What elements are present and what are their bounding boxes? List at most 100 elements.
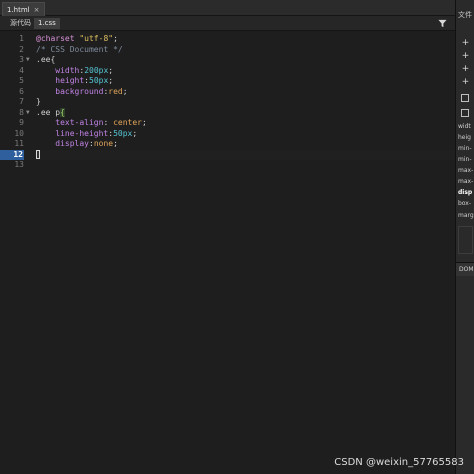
code-text: .ee{ bbox=[36, 55, 55, 66]
code-text: height:50px; bbox=[36, 76, 113, 87]
code-text: .ee p{ bbox=[36, 107, 65, 119]
code-token: /* CSS Document */ bbox=[36, 44, 123, 54]
code-token: display bbox=[55, 139, 89, 148]
files-panel-title: 文件 bbox=[458, 11, 472, 19]
document-tab[interactable]: 1.html × bbox=[2, 2, 45, 16]
code-token: center bbox=[113, 118, 142, 127]
css-prop-max-height[interactable]: max- bbox=[458, 178, 473, 185]
code-text: background:red; bbox=[36, 86, 128, 98]
code-line[interactable]: 9 text-align: center; bbox=[0, 118, 455, 129]
code-token: .ee p bbox=[36, 107, 61, 117]
document-tab-bar: 1.html × bbox=[0, 0, 455, 16]
css-prop-width[interactable]: widt bbox=[458, 123, 471, 130]
dom-panel-header[interactable]: DOM bbox=[456, 262, 474, 276]
code-token: "utf-8" bbox=[79, 34, 114, 43]
line-number: 13 bbox=[14, 160, 24, 169]
code-token: ; bbox=[113, 139, 118, 148]
box-model-frame bbox=[458, 226, 473, 254]
watermark: CSDN @weixin_57765583 bbox=[334, 457, 464, 468]
line-number: 3 bbox=[19, 55, 24, 64]
line-number: 6 bbox=[19, 86, 24, 96]
line-number: 4 bbox=[19, 65, 24, 75]
css-prop-min-height[interactable]: min- bbox=[458, 156, 471, 163]
css-prop-min-width[interactable]: min- bbox=[458, 145, 471, 152]
add-button[interactable]: + bbox=[460, 77, 471, 87]
code-editor[interactable]: 1 @charset "utf-8"; 2/* CSS Document */3 ▼.… bbox=[0, 31, 455, 474]
code-line[interactable]: 10 line-height:50px; bbox=[0, 129, 455, 140]
css-prop-box-sizing[interactable]: box- bbox=[458, 200, 471, 207]
code-line[interactable]: 6 background:red; bbox=[0, 87, 455, 98]
code-token: ; bbox=[122, 86, 128, 96]
code-line[interactable]: 11 display:none; bbox=[0, 139, 455, 150]
code-line[interactable]: 3 ▼ .ee{ bbox=[0, 55, 455, 66]
filter-icon[interactable] bbox=[438, 19, 447, 28]
css-prop-margin[interactable]: marg bbox=[458, 212, 474, 219]
dom-panel-label: DOM bbox=[459, 266, 474, 273]
line-number: 7 bbox=[19, 97, 24, 106]
code-token: ; bbox=[141, 118, 147, 127]
close-icon[interactable]: × bbox=[34, 4, 40, 16]
code-token: red bbox=[108, 86, 123, 96]
code-line[interactable]: 8 ▼ .ee p{ bbox=[0, 107, 455, 119]
related-files-bar: 源代码 1.css bbox=[0, 16, 455, 31]
code-text: width:200px; bbox=[36, 66, 113, 77]
code-text: @charset "utf-8"; bbox=[36, 34, 118, 45]
code-token: @charset bbox=[36, 34, 80, 43]
line-number: 11 bbox=[14, 139, 24, 148]
list-view-icon[interactable] bbox=[461, 94, 469, 102]
code-text: display:none; bbox=[36, 139, 118, 150]
code-line[interactable]: 4 width:200px; bbox=[0, 66, 455, 77]
fold-toggle-icon[interactable]: ▼ bbox=[26, 108, 34, 119]
code-line[interactable]: 12 bbox=[0, 149, 455, 161]
line-number: 2 bbox=[19, 44, 24, 54]
document-tab-label: 1.html bbox=[7, 5, 30, 14]
css-prop-display[interactable]: disp bbox=[458, 189, 472, 196]
line-number: 8 bbox=[19, 107, 24, 117]
code-text: text-align: center; bbox=[36, 118, 147, 129]
code-token: : bbox=[103, 118, 114, 127]
code-token: 50px bbox=[113, 128, 133, 138]
line-number: 1 bbox=[19, 34, 24, 43]
code-token: .ee{ bbox=[36, 55, 56, 64]
code-token: none bbox=[93, 139, 114, 148]
fold-toggle-icon[interactable]: ▼ bbox=[26, 55, 34, 66]
line-number: 5 bbox=[19, 76, 24, 85]
code-text bbox=[36, 149, 40, 161]
code-line[interactable]: 2 /* CSS Document */ bbox=[0, 45, 455, 56]
css-prop-max-width[interactable]: max- bbox=[458, 167, 473, 174]
code-line[interactable]: 7} bbox=[0, 97, 455, 108]
css-file-tab[interactable]: 1.css bbox=[34, 18, 60, 29]
code-token: 200px bbox=[84, 65, 109, 75]
code-token: height bbox=[55, 76, 85, 85]
code-token: { bbox=[60, 107, 65, 117]
code-token: 50px bbox=[89, 76, 109, 85]
add-button[interactable]: + bbox=[460, 38, 471, 48]
code-token: ; bbox=[108, 76, 114, 85]
source-code-tab[interactable]: 源代码 bbox=[6, 18, 35, 29]
list-view-icon[interactable] bbox=[461, 109, 469, 117]
text-cursor bbox=[36, 149, 40, 159]
code-token: ; bbox=[108, 65, 114, 75]
code-token: ; bbox=[132, 128, 138, 138]
code-text: line-height:50px; bbox=[36, 129, 137, 140]
code-text: /* CSS Document */ bbox=[36, 45, 123, 56]
code-line[interactable]: 13 bbox=[0, 160, 455, 171]
code-line[interactable]: 1 @charset "utf-8"; bbox=[0, 34, 455, 45]
right-panel: 文件 + + + + widt heig min- min- max- max-… bbox=[455, 0, 474, 474]
code-token: background bbox=[55, 86, 104, 96]
line-number: 9 bbox=[19, 118, 24, 127]
code-token: width bbox=[55, 65, 80, 75]
code-line[interactable]: 5 height:50px; bbox=[0, 76, 455, 87]
css-prop-height[interactable]: heig bbox=[458, 134, 471, 141]
add-button[interactable]: + bbox=[460, 64, 471, 74]
code-token: text-align bbox=[55, 118, 104, 127]
code-token: } bbox=[36, 97, 41, 106]
add-button[interactable]: + bbox=[460, 51, 471, 61]
code-text: } bbox=[36, 97, 41, 108]
code-token: ; bbox=[113, 34, 118, 43]
